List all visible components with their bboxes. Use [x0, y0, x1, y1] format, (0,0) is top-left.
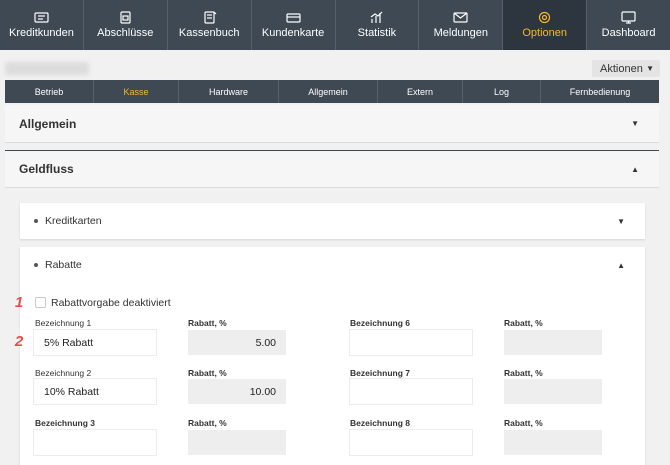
rabatt-6-input[interactable] — [504, 330, 602, 355]
bezeichnung-2-input[interactable]: 10% Rabatt — [34, 379, 156, 404]
annotation-badge-2: 2 — [14, 332, 24, 350]
nav-item-meldungen[interactable]: Meldungen — [419, 0, 504, 50]
rabattvorgabe-label: Rabattvorgabe deaktiviert — [51, 297, 171, 309]
rabatt-7-label: Rabatt, % — [504, 368, 543, 378]
rabattvorgabe-checkbox[interactable] — [35, 297, 46, 308]
nav-label-dashboard: Dashboard — [601, 27, 656, 39]
tab-fernbedienung[interactable]: Fernbedienung — [541, 80, 659, 103]
bezeichnung-6-input[interactable] — [350, 330, 472, 355]
annotation-badge-1: 1 — [14, 293, 24, 311]
bezeichnung-8-label: Bezeichnung 8 — [350, 418, 410, 428]
bullet-icon — [34, 263, 38, 267]
nav-item-kreditkunden[interactable]: Kreditkunden — [0, 0, 84, 50]
section-title-allgemein: Allgemein — [19, 116, 77, 131]
card-title-kreditkarten: Kreditkarten — [45, 215, 102, 227]
breadcrumb — [5, 62, 89, 75]
sub-tabs: Betrieb Kasse Hardware Allgemein Extern … — [5, 80, 659, 103]
nav-item-optionen[interactable]: Optionen — [503, 0, 588, 50]
rabatt-3-label: Rabatt, % — [188, 418, 227, 428]
nav-label-kreditkunden: Kreditkunden — [9, 27, 74, 39]
actions-dropdown[interactable]: Aktionen ▼ — [592, 60, 660, 77]
nav-item-kassenbuch[interactable]: Kassenbuch — [168, 0, 252, 50]
bezeichnung-3-input[interactable] — [34, 430, 156, 455]
card-head-rabatte[interactable]: Rabatte ▲ — [20, 247, 645, 283]
nav-item-dashboard[interactable]: Dashboard — [587, 0, 670, 50]
main-nav: Kreditkunden Abschlüsse Kassenbuch Kunde… — [0, 0, 670, 50]
nav-item-abschluesse[interactable]: Abschlüsse — [84, 0, 168, 50]
card-icon — [285, 13, 301, 23]
nav-label-kundenkarte: Kundenkarte — [261, 27, 325, 39]
id-card-icon — [34, 12, 49, 23]
bezeichnung-7-input[interactable] — [350, 379, 472, 404]
section-allgemein[interactable]: Allgemein ▼ — [5, 105, 659, 143]
nav-label-kassenbuch: Kassenbuch — [178, 27, 240, 39]
bezeichnung-3-label: Bezeichnung 3 — [35, 418, 95, 428]
rabatt-2-input[interactable]: 10.00 — [188, 379, 286, 404]
bezeichnung-1-input[interactable]: 5% Rabatt — [34, 330, 156, 355]
rabatt-8-input[interactable] — [504, 430, 602, 455]
bezeichnung-1-label: Bezeichnung 1 — [35, 318, 92, 328]
tab-allgemein[interactable]: Allgemein — [279, 80, 378, 103]
bezeichnung-6-label: Bezeichnung 6 — [350, 318, 410, 328]
tab-hardware[interactable]: Hardware — [179, 80, 279, 103]
bezeichnung-7-label: Bezeichnung 7 — [350, 368, 410, 378]
card-kreditkarten[interactable]: Kreditkarten ▼ — [20, 203, 645, 239]
card-title-rabatte: Rabatte — [45, 259, 82, 271]
book-icon — [204, 11, 217, 24]
caret-down-icon: ▼ — [646, 64, 654, 73]
bezeichnung-8-input[interactable] — [350, 430, 472, 455]
card-head-kreditkarten: Kreditkarten ▼ — [20, 203, 645, 239]
chevron-up-icon[interactable]: ▲ — [617, 261, 625, 270]
tab-log[interactable]: Log — [463, 80, 541, 103]
nav-label-meldungen: Meldungen — [433, 27, 489, 39]
chevron-down-icon[interactable]: ▼ — [617, 217, 625, 226]
nav-label-statistik: Statistik — [357, 27, 397, 39]
report-icon — [120, 11, 131, 24]
nav-item-kundenkarte[interactable]: Kundenkarte — [252, 0, 336, 50]
rabatt-1-input[interactable]: 5.00 — [188, 330, 286, 355]
chevron-down-icon[interactable]: ▼ — [631, 119, 639, 128]
chart-icon — [371, 11, 383, 23]
rabatt-2-label: Rabatt, % — [188, 368, 227, 378]
nav-label-abschluesse: Abschlüsse — [97, 27, 154, 39]
bullet-icon — [34, 219, 38, 223]
monitor-icon — [621, 11, 636, 24]
rabatt-8-label: Rabatt, % — [504, 418, 543, 428]
tab-betrieb[interactable]: Betrieb — [5, 80, 94, 103]
nav-item-statistik[interactable]: Statistik — [336, 0, 420, 50]
rabatt-6-label: Rabatt, % — [504, 318, 543, 328]
section-title-geldfluss: Geldfluss — [19, 162, 74, 176]
nav-label-optionen: Optionen — [522, 27, 568, 39]
section-geldfluss[interactable]: Geldfluss ▲ — [5, 150, 659, 188]
actions-label: Aktionen — [600, 62, 643, 75]
tab-kasse[interactable]: Kasse — [94, 80, 179, 103]
gear-icon — [539, 11, 551, 24]
rabatt-7-input[interactable] — [504, 379, 602, 404]
tab-extern[interactable]: Extern — [378, 80, 463, 103]
chevron-up-icon[interactable]: ▲ — [631, 165, 639, 174]
mail-icon — [453, 12, 468, 23]
rabatt-1-label: Rabatt, % — [188, 318, 227, 328]
rabatt-3-input[interactable] — [188, 430, 286, 455]
bezeichnung-2-label: Bezeichnung 2 — [35, 368, 92, 378]
